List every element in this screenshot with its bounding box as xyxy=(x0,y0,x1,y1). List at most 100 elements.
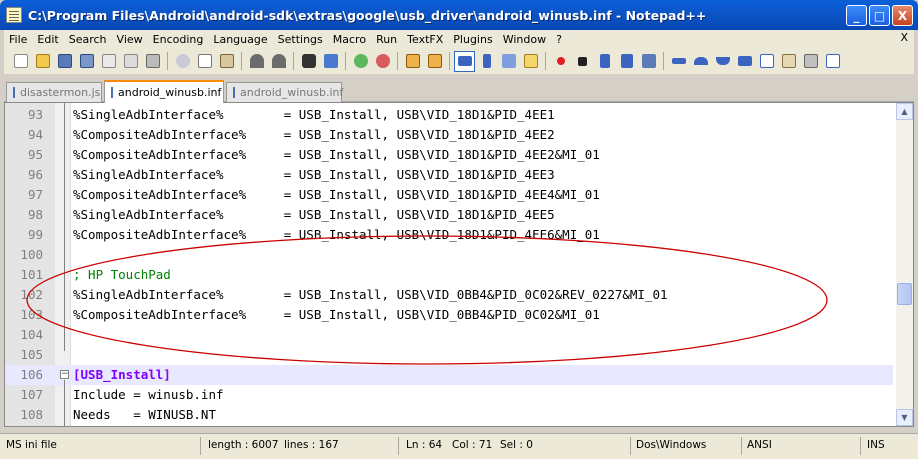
close-button[interactable]: X xyxy=(892,5,913,26)
menu-edit[interactable]: Edit xyxy=(32,33,63,46)
maximize-button[interactable]: □ xyxy=(869,5,890,26)
menu-plugins[interactable]: Plugins xyxy=(448,33,497,46)
line-text[interactable]: %CompositeAdbInterface% = USB_Install, U… xyxy=(73,145,600,165)
tab-label: android_winusb.inf xyxy=(240,86,344,99)
menu-macro[interactable]: Macro xyxy=(328,33,371,46)
spell-check-icon[interactable] xyxy=(822,51,843,72)
editor-line[interactable]: 94 %CompositeAdbInterface% = USB_Install… xyxy=(5,125,893,145)
editor-line[interactable]: 100 xyxy=(5,245,893,265)
word-wrap-icon[interactable] xyxy=(454,50,475,72)
line-number: 100 xyxy=(20,247,43,262)
editor-line[interactable]: 98 %SingleAdbInterface% = USB_Install, U… xyxy=(5,205,893,225)
zoom-in-icon[interactable] xyxy=(350,51,371,72)
line-number: 95 xyxy=(27,147,43,162)
line-text[interactable]: %SingleAdbInterface% = USB_Install, USB\… xyxy=(73,105,555,125)
menu-run[interactable]: Run xyxy=(371,33,402,46)
tab-android-winusb-inf[interactable]: android_winusb.inf xyxy=(226,82,344,102)
save-icon[interactable] xyxy=(54,51,75,72)
textfx-sort-icon[interactable] xyxy=(734,51,755,72)
textfx-tools-icon[interactable] xyxy=(800,51,821,72)
undo-icon[interactable] xyxy=(246,51,267,72)
line-text[interactable]: %CompositeAdbInterface% = USB_Install, U… xyxy=(73,225,600,245)
save-all-icon[interactable] xyxy=(76,51,97,72)
show-all-chars-icon[interactable] xyxy=(476,51,497,72)
text-editor[interactable]: 93 %SingleAdbInterface% = USB_Install, U… xyxy=(4,102,914,427)
editor-line[interactable]: 95 %CompositeAdbInterface% = USB_Install… xyxy=(5,145,893,165)
tab-android-winusb-inf-active[interactable]: android_winusb.inf xyxy=(104,80,224,103)
status-length: length : 6007 xyxy=(208,439,279,451)
editor-line[interactable]: 107 Include = winusb.inf xyxy=(5,385,893,405)
line-text[interactable]: %CompositeAdbInterface% = USB_Install, U… xyxy=(73,185,600,205)
indent-guide-icon[interactable] xyxy=(498,51,519,72)
editor-line[interactable]: 99 %CompositeAdbInterface% = USB_Install… xyxy=(5,225,893,245)
notepad-app-icon[interactable] xyxy=(6,7,22,23)
line-number: 104 xyxy=(20,327,43,342)
menu-search[interactable]: Search xyxy=(64,33,112,46)
line-text[interactable]: Include = winusb.inf xyxy=(73,385,224,405)
sync-vertical-icon[interactable] xyxy=(402,51,423,72)
scrollbar-thumb[interactable] xyxy=(897,283,912,305)
menu-window[interactable]: Window xyxy=(498,33,551,46)
play-macro-icon[interactable] xyxy=(594,51,615,72)
editor-line[interactable]: 101 ; HP TouchPad xyxy=(5,265,893,285)
zoom-out-icon[interactable] xyxy=(372,51,393,72)
paste-icon[interactable] xyxy=(216,51,237,72)
close-all-icon[interactable] xyxy=(120,51,141,72)
run-macro-multiple-icon[interactable] xyxy=(616,51,637,72)
editor-line-current[interactable]: 106 [USB_Install] xyxy=(5,365,893,385)
user-lang-icon[interactable] xyxy=(520,51,541,72)
editor-line[interactable]: 97 %CompositeAdbInterface% = USB_Install… xyxy=(5,185,893,205)
status-bar: MS ini file length : 6007 lines : 167 Ln… xyxy=(0,433,918,459)
sync-horizontal-icon[interactable] xyxy=(424,51,445,72)
save-macro-icon[interactable] xyxy=(638,51,659,72)
line-text[interactable]: %SingleAdbInterface% = USB_Install, USB\… xyxy=(73,285,668,305)
editor-line[interactable]: 103 %CompositeAdbInterface% = USB_Instal… xyxy=(5,305,893,325)
line-text[interactable]: Needs = WINUSB.NT xyxy=(73,405,216,425)
menu-view[interactable]: View xyxy=(112,33,148,46)
menu-help[interactable]: ? xyxy=(551,33,567,46)
textfx-up-icon[interactable] xyxy=(690,51,711,72)
scroll-up-arrow-icon[interactable]: ▲ xyxy=(896,103,913,120)
textfx-down-icon[interactable] xyxy=(712,51,733,72)
comment-text[interactable]: ; HP TouchPad xyxy=(73,265,171,285)
section-header-text[interactable]: [USB_Install] xyxy=(73,365,171,385)
cut-icon[interactable] xyxy=(172,51,193,72)
editor-line[interactable]: 93 %SingleAdbInterface% = USB_Install, U… xyxy=(5,105,893,125)
copy-icon[interactable] xyxy=(194,51,215,72)
vertical-scrollbar[interactable]: ▲ ▼ xyxy=(896,103,913,426)
menu-file[interactable]: File xyxy=(4,33,32,46)
minimize-button[interactable]: _ xyxy=(846,5,867,26)
open-file-icon[interactable] xyxy=(32,51,53,72)
editor-line[interactable]: 108 Needs = WINUSB.NT xyxy=(5,405,893,425)
menu-textfx[interactable]: TextFX xyxy=(402,33,448,46)
line-text[interactable]: %CompositeAdbInterface% = USB_Install, U… xyxy=(73,305,600,325)
new-file-icon[interactable] xyxy=(10,51,31,72)
menu-settings[interactable]: Settings xyxy=(273,33,328,46)
editor-line[interactable]: 104 xyxy=(5,325,893,345)
textfx-edit-icon[interactable] xyxy=(778,51,799,72)
line-text[interactable]: %SingleAdbInterface% = USB_Install, USB\… xyxy=(73,165,555,185)
record-macro-icon[interactable] xyxy=(550,51,571,72)
close-icon[interactable] xyxy=(98,51,119,72)
editor-line[interactable]: 96 %SingleAdbInterface% = USB_Install, U… xyxy=(5,165,893,185)
line-text[interactable]: %CompositeAdbInterface% = USB_Install, U… xyxy=(73,125,555,145)
editor-line[interactable]: 102 %SingleAdbInterface% = USB_Install, … xyxy=(5,285,893,305)
title-bar[interactable]: C:\Program Files\Android\android-sdk\ext… xyxy=(0,0,918,30)
redo-icon[interactable] xyxy=(268,51,289,72)
scroll-down-arrow-icon[interactable]: ▼ xyxy=(896,409,913,426)
find-icon[interactable] xyxy=(298,51,319,72)
menu-language[interactable]: Language xyxy=(208,33,272,46)
textfx-window-icon[interactable] xyxy=(756,51,777,72)
file-icon xyxy=(233,87,235,98)
editor-line[interactable]: 105 xyxy=(5,345,893,365)
status-eol-format: Dos\Windows xyxy=(636,439,707,451)
tab-disastermon-js[interactable]: disastermon.js xyxy=(6,82,102,102)
stop-record-icon[interactable] xyxy=(572,51,593,72)
print-icon[interactable] xyxy=(142,51,163,72)
fold-toggle-icon[interactable]: − xyxy=(60,370,69,379)
line-text[interactable]: %SingleAdbInterface% = USB_Install, USB\… xyxy=(73,205,555,225)
textfx-trim-icon[interactable] xyxy=(668,51,689,72)
close-document-button[interactable]: X xyxy=(900,31,908,44)
menu-encoding[interactable]: Encoding xyxy=(148,33,209,46)
replace-icon[interactable] xyxy=(320,51,341,72)
